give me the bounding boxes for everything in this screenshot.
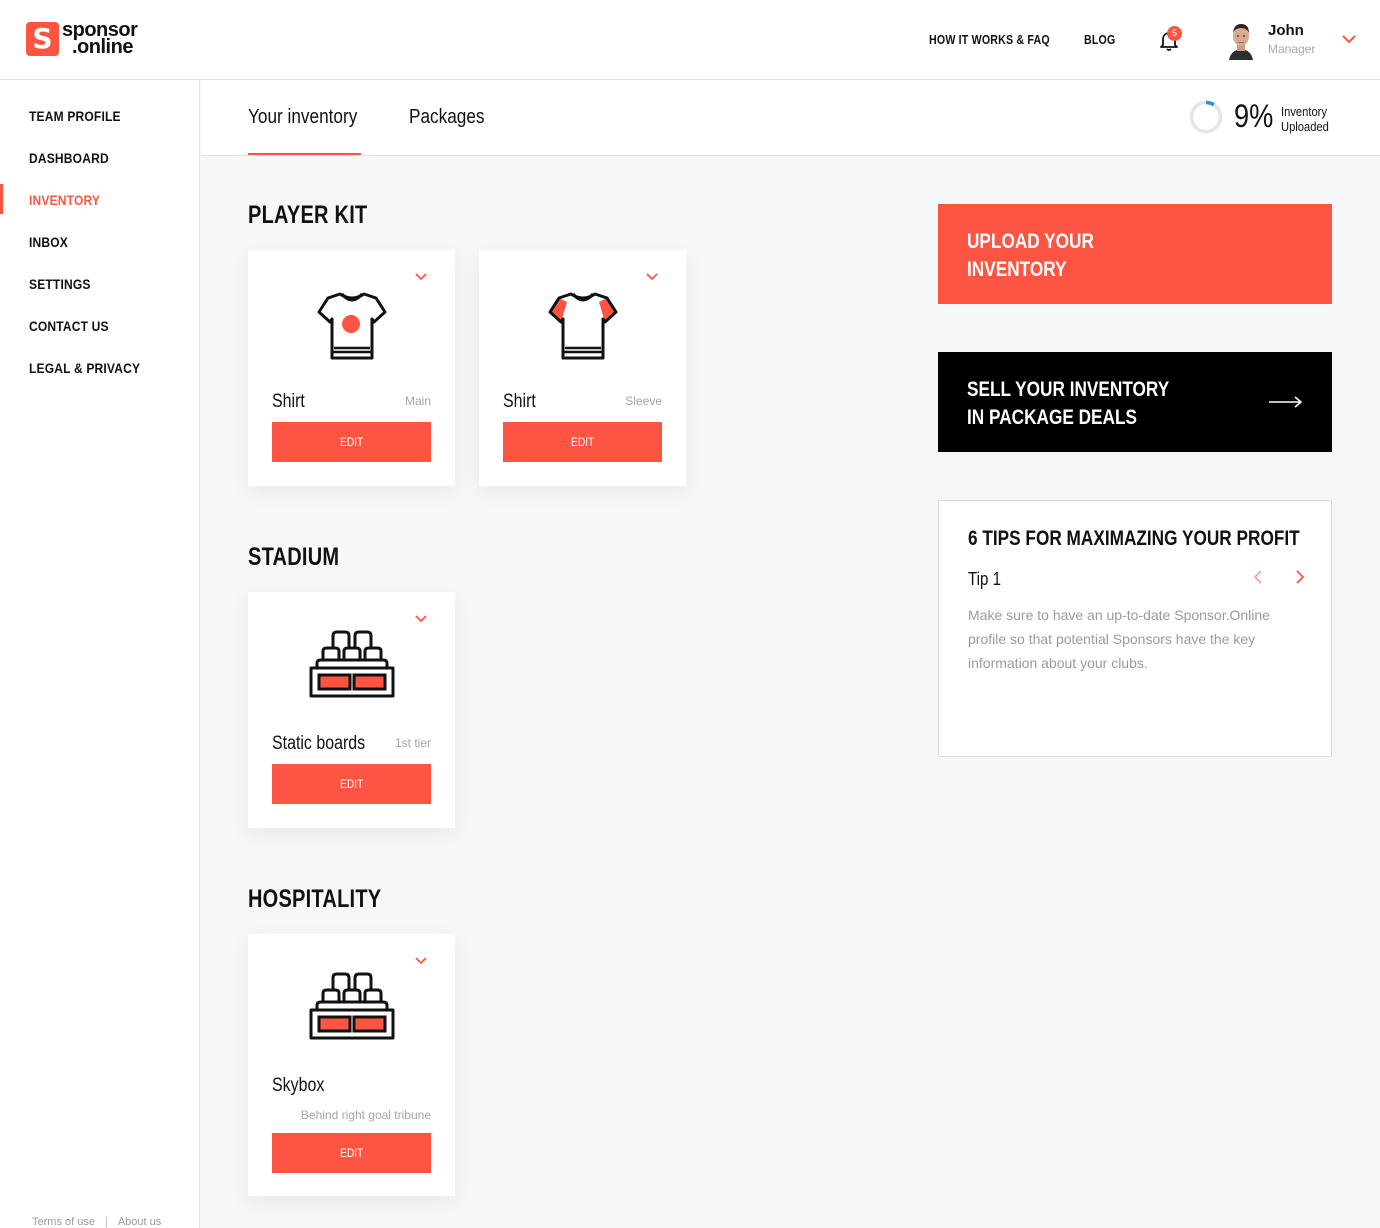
active-tab-underline <box>248 153 361 155</box>
chevron-down-icon[interactable] <box>414 614 428 623</box>
chevron-right-icon[interactable] <box>1294 569 1306 585</box>
sidebar-item-inventory[interactable]: INVENTORY <box>29 192 100 208</box>
chevron-down-icon[interactable] <box>414 272 428 281</box>
card-title: Shirt <box>503 391 536 412</box>
shirt-main-icon <box>317 292 387 360</box>
edit-button[interactable]: EDIT <box>272 764 431 804</box>
inventory-card[interactable]: Shirt Main EDIT <box>248 250 455 486</box>
logo-mark: S <box>26 22 59 56</box>
nav-blog[interactable]: BLOG <box>1084 32 1115 47</box>
sidebar-footer: Terms of use | About us <box>32 1216 171 1228</box>
edit-button[interactable]: EDIT <box>503 422 662 462</box>
terms-of-use-link[interactable]: Terms of use <box>32 1216 95 1228</box>
notification-count-badge: 5 <box>1167 26 1182 41</box>
chevron-down-icon[interactable] <box>645 272 659 281</box>
shirt-sleeve-icon <box>548 292 618 360</box>
inventory-card[interactable]: Shirt Sleeve EDIT <box>479 250 686 486</box>
card-subtitle: Sleeve <box>625 394 662 408</box>
sidebar-item-dashboard[interactable]: DASHBOARD <box>29 150 109 166</box>
sidebar: TEAM PROFILE DASHBOARD INVENTORY INBOX S… <box>0 80 200 1228</box>
sidebar-item-settings[interactable]: SETTINGS <box>29 276 91 292</box>
edit-button[interactable]: EDIT <box>272 1133 431 1173</box>
sidebar-item-legal-privacy[interactable]: LEGAL & PRIVACY <box>29 360 140 376</box>
about-us-link[interactable]: About us <box>118 1216 161 1228</box>
footer-separator: | <box>104 1216 108 1228</box>
inventory-card[interactable]: Skybox Behind right goal tribune EDIT <box>248 934 455 1196</box>
sidebar-item-inbox[interactable]: INBOX <box>29 234 68 250</box>
nav-how-it-works[interactable]: HOW IT WORKS & FAQ <box>929 32 1050 47</box>
card-title: Static boards <box>272 733 366 754</box>
user-role: Manager <box>1268 42 1316 56</box>
card-title: Skybox <box>272 1075 325 1096</box>
sell-inventory-packages-button[interactable]: SELL YOUR INVENTORY IN PACKAGE DEALS <box>938 352 1332 452</box>
chevron-down-icon[interactable] <box>1342 34 1356 44</box>
tips-title: 6 TIPS FOR MAXIMAZING YOUR PROFIT <box>968 527 1300 550</box>
chevron-down-icon[interactable] <box>414 956 428 965</box>
stadium-seats-icon <box>309 972 395 1040</box>
chevron-left-icon[interactable] <box>1252 569 1264 585</box>
tips-panel: 6 TIPS FOR MAXIMAZING YOUR PROFIT Tip 1 … <box>938 500 1332 757</box>
section-title-hospitality: HOSPITALITY <box>248 885 382 913</box>
section-title-player-kit: PLAYER KIT <box>248 201 368 229</box>
stadium-seats-icon <box>309 630 395 698</box>
inventory-progress-percent: 9% <box>1234 98 1274 134</box>
card-subtitle: 1st tier <box>394 736 431 750</box>
card-subtitle: Behind right goal tribune <box>300 1108 431 1122</box>
card-subtitle: Main <box>404 394 431 408</box>
sidebar-item-contact-us[interactable]: CONTACT US <box>29 318 109 334</box>
top-header: S sponsor .online HOW IT WORKS & FAQ BLO… <box>0 0 1380 80</box>
tip-label: Tip 1 <box>968 569 1002 589</box>
user-name: John <box>1268 22 1304 39</box>
card-title: Shirt <box>272 391 305 412</box>
inventory-progress-label: Inventory Uploaded <box>1281 104 1329 134</box>
progress-ring-icon <box>1189 100 1223 134</box>
arrow-right-icon <box>1269 396 1303 408</box>
tab-bar: Your inventory Packages 9% Inventory Upl… <box>201 80 1380 156</box>
brand-logo[interactable]: S sponsor .online <box>26 19 138 58</box>
logo-wordmark: sponsor .online <box>62 19 138 58</box>
tab-your-inventory[interactable]: Your inventory <box>248 106 357 129</box>
sidebar-item-team-profile[interactable]: TEAM PROFILE <box>29 108 121 124</box>
avatar[interactable] <box>1225 20 1257 60</box>
edit-button[interactable]: EDIT <box>272 422 431 462</box>
active-item-marker <box>0 184 3 214</box>
section-title-stadium: STADIUM <box>248 543 340 571</box>
upload-inventory-button[interactable]: UPLOAD YOUR INVENTORY <box>938 204 1332 304</box>
tip-text: Make sure to have an up-to-date Sponsor.… <box>968 607 1270 671</box>
tab-packages[interactable]: Packages <box>409 106 485 129</box>
inventory-card[interactable]: Static boards 1st tier EDIT <box>248 592 455 828</box>
